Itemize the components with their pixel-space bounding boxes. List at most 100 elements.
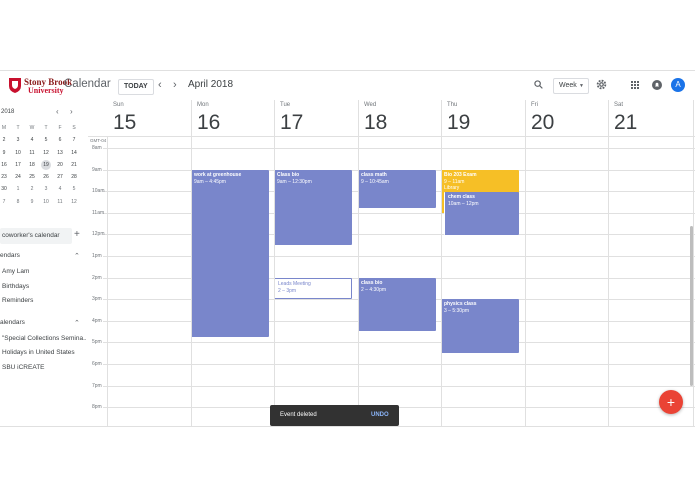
day-number[interactable]: 16 — [197, 111, 220, 135]
day-header-fri[interactable]: Fri 20 — [531, 100, 608, 137]
mini-day[interactable]: 5 — [39, 134, 53, 146]
view-select[interactable]: Week ▼ — [553, 78, 589, 94]
mini-day[interactable]: 23 — [0, 171, 11, 183]
day-number[interactable]: 19 — [447, 111, 470, 135]
next-week-button[interactable]: › — [173, 78, 177, 92]
hour-label: 4pm — [92, 317, 102, 324]
mini-day[interactable]: 9 — [0, 147, 11, 159]
day-number[interactable]: 18 — [364, 111, 387, 135]
mini-day[interactable]: 4 — [53, 183, 67, 195]
mini-day[interactable]: 3 — [11, 134, 25, 146]
my-calendars-heading[interactable]: endars — [0, 252, 20, 259]
day-header-wed[interactable]: Wed 18 — [364, 100, 441, 137]
mini-day[interactable]: 3 — [39, 183, 53, 195]
day-name: Mon — [197, 102, 209, 108]
other-calendars-heading[interactable]: alendars — [0, 319, 25, 326]
mini-day[interactable]: 2 — [0, 134, 11, 146]
chevron-up-icon[interactable]: ⌃ — [74, 319, 80, 327]
day-column-divider — [525, 100, 526, 426]
mini-day[interactable]: 27 — [53, 171, 67, 183]
add-calendar-button[interactable]: + — [74, 229, 80, 240]
mini-day[interactable]: 10 — [39, 196, 53, 208]
calendar-item-holidays[interactable]: Holidays in United States — [2, 349, 86, 356]
mini-day[interactable]: 16 — [0, 159, 11, 171]
event-chem-class[interactable]: chem class 10am – 12pm — [444, 192, 519, 235]
mini-weekday: F — [58, 125, 62, 131]
mini-day[interactable]: 14 — [67, 147, 81, 159]
mini-weekday: T — [16, 125, 20, 131]
calendar-item-birthdays[interactable]: Birthdays — [2, 283, 86, 290]
mini-day[interactable]: 11 — [53, 196, 67, 208]
calendar-item-sbu-icreate[interactable]: SBU iCREATE — [2, 364, 86, 371]
avatar[interactable]: A — [671, 78, 685, 92]
day-number[interactable]: 20 — [531, 111, 554, 135]
timezone-label: GMT-04 — [90, 138, 107, 143]
calendar-item-amy-lam[interactable]: Amy Lam — [2, 268, 86, 275]
hour-label: 3pm — [92, 296, 102, 303]
event-leads-meeting[interactable]: Leads Meeting 2 – 3pm — [274, 278, 352, 299]
calendar-app: Stony Brook University Calendar TODAY ‹ … — [0, 70, 695, 427]
mini-day[interactable]: 4 — [25, 134, 39, 146]
event-class-math[interactable]: class math 9 – 10:45am — [358, 170, 436, 208]
search-icon[interactable] — [534, 80, 543, 89]
day-header-thu[interactable]: Thu 19 — [447, 100, 525, 137]
mini-day[interactable]: 18 — [25, 159, 39, 171]
mini-day[interactable]: 7 — [67, 134, 81, 146]
mini-day[interactable]: 19 — [41, 159, 51, 170]
mini-prev-button[interactable]: ‹ — [56, 107, 59, 116]
mini-day[interactable]: 21 — [67, 159, 81, 171]
today-button[interactable]: TODAY — [118, 79, 154, 95]
mini-day[interactable]: 12 — [39, 147, 53, 159]
mini-day[interactable]: 17 — [11, 159, 25, 171]
search-coworker-input[interactable]: coworker's calendar — [0, 228, 72, 244]
day-header-tue[interactable]: Tue 17 — [280, 100, 358, 137]
mini-next-button[interactable]: › — [70, 107, 73, 116]
mini-day[interactable]: 12 — [67, 196, 81, 208]
sidebar: 2018 ‹ › M T W T F S 2 3 4 5 6 7 9 10 11 12 13 14 16 17 18 19… — [0, 101, 88, 426]
chevron-up-icon[interactable]: ⌃ — [74, 252, 80, 260]
mini-day[interactable]: 7 — [0, 196, 11, 208]
event-physics-class[interactable]: physics class 3 – 5:30pm — [441, 299, 519, 353]
mini-day[interactable]: 24 — [11, 171, 25, 183]
create-event-button[interactable]: + — [659, 390, 683, 414]
event-class-bio-wed[interactable]: class bio 2 – 4:30pm — [358, 278, 436, 331]
mini-day[interactable]: 8 — [11, 196, 25, 208]
mini-day[interactable]: 2 — [25, 183, 39, 195]
mini-day[interactable]: 25 — [25, 171, 39, 183]
day-number[interactable]: 17 — [280, 111, 303, 135]
hour-label: 9am — [92, 166, 102, 173]
event-time: 10am – 12pm — [448, 200, 479, 207]
day-header-sun[interactable]: Sun 15 — [113, 100, 191, 137]
hour-label: 11am — [92, 209, 105, 216]
day-number[interactable]: 21 — [614, 111, 637, 135]
prev-week-button[interactable]: ‹ — [158, 78, 162, 92]
day-header-mon[interactable]: Mon 16 — [197, 100, 274, 137]
undo-button[interactable]: UNDO — [371, 412, 389, 418]
mini-day[interactable]: 5 — [67, 183, 81, 195]
day-number[interactable]: 15 — [113, 111, 136, 135]
gear-icon[interactable] — [596, 79, 607, 90]
hour-label: 8am — [92, 145, 102, 151]
mini-day[interactable]: 10 — [11, 147, 25, 159]
notifications-icon[interactable] — [652, 80, 662, 90]
mini-day[interactable]: 20 — [53, 159, 67, 171]
mini-day[interactable]: 26 — [39, 171, 53, 183]
week-grid: GMT-04 work at greenhouse 9am – 4:45pm C… — [88, 100, 695, 426]
calendar-item-special-collections[interactable]: "Special Collections Semina... — [2, 335, 86, 342]
snackbar: Event deleted UNDO — [270, 405, 399, 426]
mini-day[interactable]: 28 — [67, 171, 81, 183]
mini-day[interactable]: 11 — [25, 147, 39, 159]
event-work-greenhouse[interactable]: work at greenhouse 9am – 4:45pm — [191, 170, 269, 337]
day-header-sat[interactable]: Sat 21 — [614, 100, 693, 137]
mini-day[interactable]: 1 — [11, 183, 25, 195]
mini-day[interactable]: 9 — [25, 196, 39, 208]
event-class-bio-tue[interactable]: Class bio 9am – 12:30pm — [274, 170, 352, 245]
scrollbar[interactable] — [690, 226, 693, 386]
mini-day[interactable]: 30 — [0, 183, 11, 195]
mini-day[interactable]: 13 — [53, 147, 67, 159]
hour-label: 5pm — [92, 339, 102, 346]
apps-grid-icon[interactable] — [631, 81, 639, 89]
calendar-item-reminders[interactable]: Reminders — [2, 297, 86, 304]
mini-day[interactable]: 6 — [53, 134, 67, 146]
month-title: April 2018 — [188, 79, 234, 90]
